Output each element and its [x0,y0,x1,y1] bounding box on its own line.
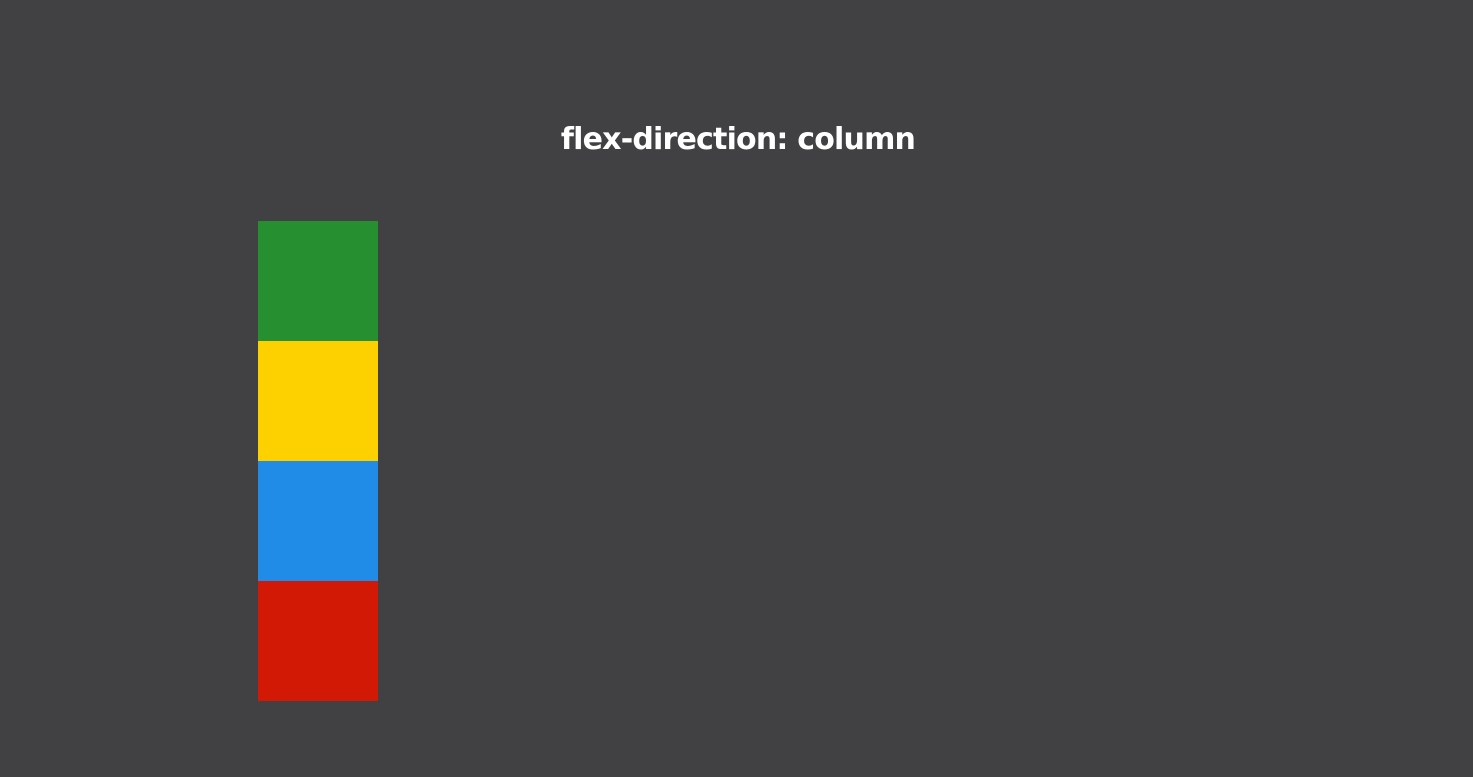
flex-container [258,221,378,701]
flex-item-blue [258,461,378,581]
flex-item-green [258,221,378,341]
flex-item-red [258,581,378,701]
flex-item-yellow [258,341,378,461]
page-title: flex-direction: column [560,122,916,157]
